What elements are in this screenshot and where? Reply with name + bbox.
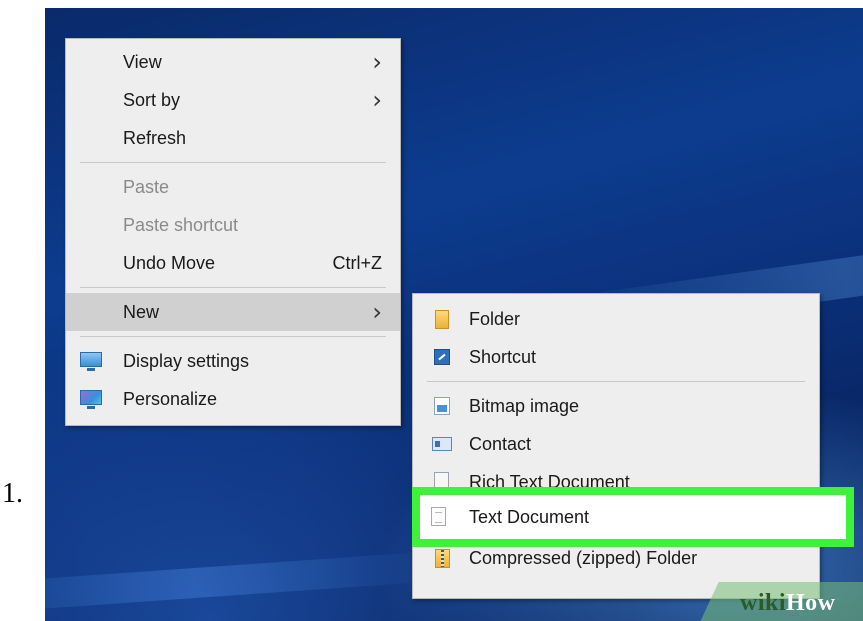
menu-item-label: Paste shortcut: [123, 215, 239, 235]
folder-icon: [435, 310, 449, 329]
submenu-item-contact[interactable]: Contact: [413, 425, 819, 463]
menu-separator: [427, 381, 805, 382]
personalize-icon: [80, 390, 102, 409]
menu-item-display-settings[interactable]: Display settings: [66, 342, 400, 380]
menu-item-view[interactable]: View ›: [66, 43, 400, 81]
menu-item-label: Refresh: [123, 128, 187, 148]
menu-item-paste-shortcut: Paste shortcut: [66, 206, 400, 244]
menu-item-personalize[interactable]: Personalize: [66, 380, 400, 418]
keyboard-shortcut: Ctrl+Z: [332, 253, 383, 273]
menu-separator: [80, 287, 386, 288]
menu-item-label: Rich Text Document: [469, 472, 630, 492]
chevron-right-icon: ›: [372, 86, 382, 114]
menu-item-label: Folder: [469, 309, 521, 329]
menu-item-label: Contact: [469, 434, 532, 454]
menu-separator: [80, 336, 386, 337]
menu-item-label: Sort by: [123, 90, 181, 110]
chevron-right-icon: ›: [372, 298, 382, 326]
chevron-right-icon: ›: [372, 48, 382, 76]
shortcut-icon: [434, 349, 450, 365]
rich-text-icon: [434, 472, 449, 491]
text-document-icon: [431, 507, 446, 526]
page: 1. View › Sort by › Refresh Paste Paste …: [0, 0, 863, 621]
submenu-item-compressed-folder[interactable]: Compressed (zipped) Folder: [413, 539, 819, 577]
menu-item-label: Paste: [123, 177, 170, 197]
menu-item-label: Display settings: [123, 351, 250, 371]
step-number: 1.: [2, 478, 23, 509]
submenu-item-text-document[interactable]: Text Document: [420, 495, 846, 539]
menu-item-label: Text Document: [469, 507, 590, 527]
desktop-context-menu: View › Sort by › Refresh Paste Paste sho…: [65, 38, 401, 426]
menu-item-paste: Paste: [66, 168, 400, 206]
menu-item-refresh[interactable]: Refresh: [66, 119, 400, 157]
wikihow-watermark: wikiHow: [740, 590, 836, 616]
menu-item-label: Personalize: [123, 389, 218, 409]
menu-item-label: Bitmap image: [469, 396, 580, 416]
contact-icon: [432, 437, 452, 451]
display-icon: [80, 352, 102, 371]
menu-item-label: Compressed (zipped) Folder: [469, 548, 698, 568]
menu-separator: [80, 162, 386, 163]
submenu-item-bitmap-image[interactable]: Bitmap image: [413, 387, 819, 425]
new-submenu: Folder Shortcut Bitmap image Contact Ric…: [412, 293, 820, 599]
menu-item-label: Undo Move: [123, 253, 216, 273]
wallpaper-light-beam: [45, 550, 446, 616]
menu-item-new[interactable]: New ›: [66, 293, 400, 331]
menu-item-undo-move[interactable]: Undo Move Ctrl+Z: [66, 244, 400, 282]
submenu-item-folder[interactable]: Folder: [413, 300, 819, 338]
menu-item-label: Shortcut: [469, 347, 537, 367]
submenu-item-shortcut[interactable]: Shortcut: [413, 338, 819, 376]
menu-item-label: New: [123, 302, 160, 322]
menu-item-sort-by[interactable]: Sort by ›: [66, 81, 400, 119]
bitmap-icon: [434, 397, 450, 415]
zip-folder-icon: [435, 549, 450, 568]
menu-item-label: View: [123, 52, 162, 72]
